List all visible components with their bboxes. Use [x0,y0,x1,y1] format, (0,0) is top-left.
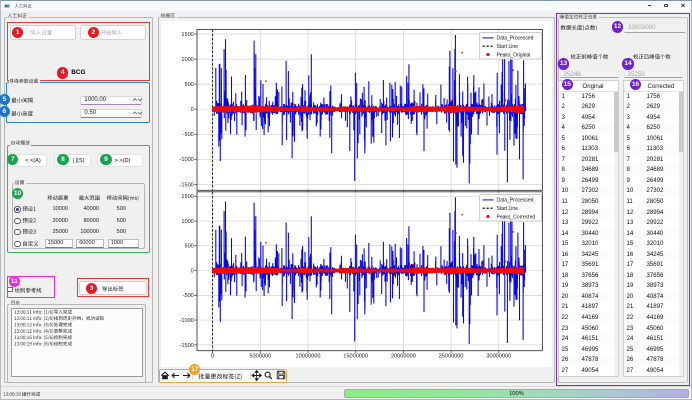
svg-text:1000: 1000 [181,219,193,225]
svg-text:Start Line: Start Line [497,206,519,212]
svg-text:0: 0 [191,107,194,113]
svg-text:Peaks_Original: Peaks_Original [497,52,531,58]
svg-text:Data_Processed: Data_Processed [497,198,534,204]
svg-text:15000000: 15000000 [343,354,368,360]
svg-text:-500: -500 [183,132,194,138]
svg-text:-1000: -1000 [179,157,193,163]
svg-text:30000000: 30000000 [486,354,511,360]
svg-text:1500: 1500 [181,32,193,38]
svg-text:500: 500 [184,82,193,88]
svg-text:0: 0 [191,269,194,275]
svg-text:25000000: 25000000 [439,354,464,360]
svg-text:-1000: -1000 [179,318,193,324]
svg-text:10000000: 10000000 [296,354,321,360]
svg-text:1000: 1000 [181,57,193,63]
svg-text:5000000: 5000000 [249,354,271,360]
svg-text:1500: 1500 [181,194,193,200]
svg-text:-500: -500 [183,293,194,299]
svg-text:0: 0 [211,354,214,360]
svg-text:-1500: -1500 [179,343,193,349]
svg-text:Start Line: Start Line [497,44,519,50]
svg-text:-1500: -1500 [179,182,193,188]
svg-text:20000000: 20000000 [391,354,416,360]
svg-text:Data_Processed: Data_Processed [497,36,534,42]
svg-text:500: 500 [184,244,193,250]
svg-text:Peaks_Corrected: Peaks_Corrected [497,214,536,220]
